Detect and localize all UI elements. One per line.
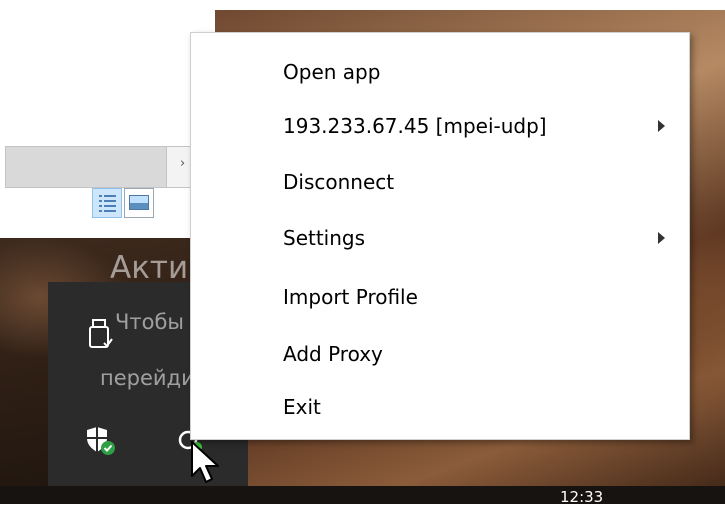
menu-item-disconnect[interactable]: Disconnect: [191, 158, 689, 206]
menu-item-settings[interactable]: Settings: [191, 214, 689, 262]
menu-item-label: Add Proxy: [283, 342, 383, 366]
file-explorer-window: ›: [0, 0, 215, 238]
large-icons-view-button[interactable]: [124, 188, 154, 218]
menu-item-label: Import Profile: [283, 285, 418, 309]
large-icons-view-icon: [129, 195, 149, 210]
menu-item-label: Exit: [283, 395, 321, 419]
mouse-pointer-icon: [191, 441, 219, 483]
submenu-arrow-icon: [658, 232, 665, 244]
menu-item-server[interactable]: 193.233.67.45 [mpei-udp]: [191, 102, 689, 150]
details-view-icon-bullets: [99, 195, 102, 212]
windows-security-tray-icon[interactable]: [78, 418, 122, 462]
menu-item-add-proxy[interactable]: Add Proxy: [191, 330, 689, 378]
taskbar-clock[interactable]: 12:33: [560, 488, 603, 506]
taskbar: [0, 486, 725, 504]
submenu-arrow-icon: [658, 120, 665, 132]
usb-eject-icon: [89, 319, 113, 348]
details-view-button[interactable]: [92, 188, 122, 218]
menu-item-label: 193.233.67.45 [mpei-udp]: [283, 114, 547, 138]
menu-item-label: Settings: [283, 226, 366, 250]
menu-item-open-app[interactable]: Open app: [191, 48, 689, 96]
tray-context-menu: Open app 193.233.67.45 [mpei-udp] Discon…: [190, 32, 690, 440]
windows-security-icon: [87, 427, 115, 455]
address-bar[interactable]: [5, 146, 167, 188]
chevron-right-icon: ›: [180, 156, 186, 171]
menu-item-import-profile[interactable]: Import Profile: [191, 273, 689, 321]
menu-item-label: Disconnect: [283, 170, 395, 194]
menu-item-label: Open app: [283, 60, 381, 84]
menu-item-exit[interactable]: Exit: [191, 383, 689, 431]
usb-eject-tray-icon[interactable]: [78, 312, 122, 356]
